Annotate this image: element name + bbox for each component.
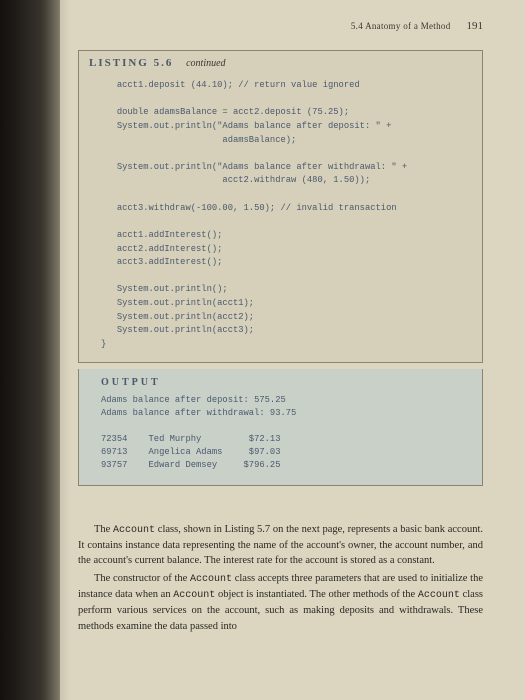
paragraph-1: The Account class, shown in Listing 5.7 …: [78, 522, 483, 570]
code-inline: Account: [113, 525, 155, 536]
code-inline: Account: [190, 574, 232, 585]
code-block: acct1.deposit (44.10); // return value i…: [79, 75, 482, 362]
code-inline: Account: [418, 590, 460, 601]
page-number: 191: [467, 20, 484, 32]
paragraph-2: The constructor of the Account class acc…: [78, 571, 483, 635]
page-header: 5.4 Anatomy of a Method 191: [78, 20, 483, 32]
text-run: The: [94, 524, 113, 535]
section-label: 5.4 Anatomy of a Method: [351, 21, 451, 31]
listing-box: LISTING 5.6 continued acct1.deposit (44.…: [78, 50, 483, 363]
code-inline: Account: [173, 590, 215, 601]
output-label: OUTPUT: [101, 377, 468, 388]
listing-number: LISTING 5.6: [89, 57, 173, 69]
listing-header: LISTING 5.6 continued: [79, 51, 482, 75]
body-text: The Account class, shown in Listing 5.7 …: [78, 522, 483, 635]
output-text: Adams balance after deposit: 575.25 Adam…: [101, 394, 468, 473]
output-box: OUTPUT Adams balance after deposit: 575.…: [78, 369, 483, 486]
page: 5.4 Anatomy of a Method 191 LISTING 5.6 …: [60, 0, 515, 700]
text-run: The constructor of the: [94, 573, 190, 584]
text-run: object is instantiated. The other method…: [215, 589, 418, 600]
listing-continued: continued: [186, 58, 225, 69]
